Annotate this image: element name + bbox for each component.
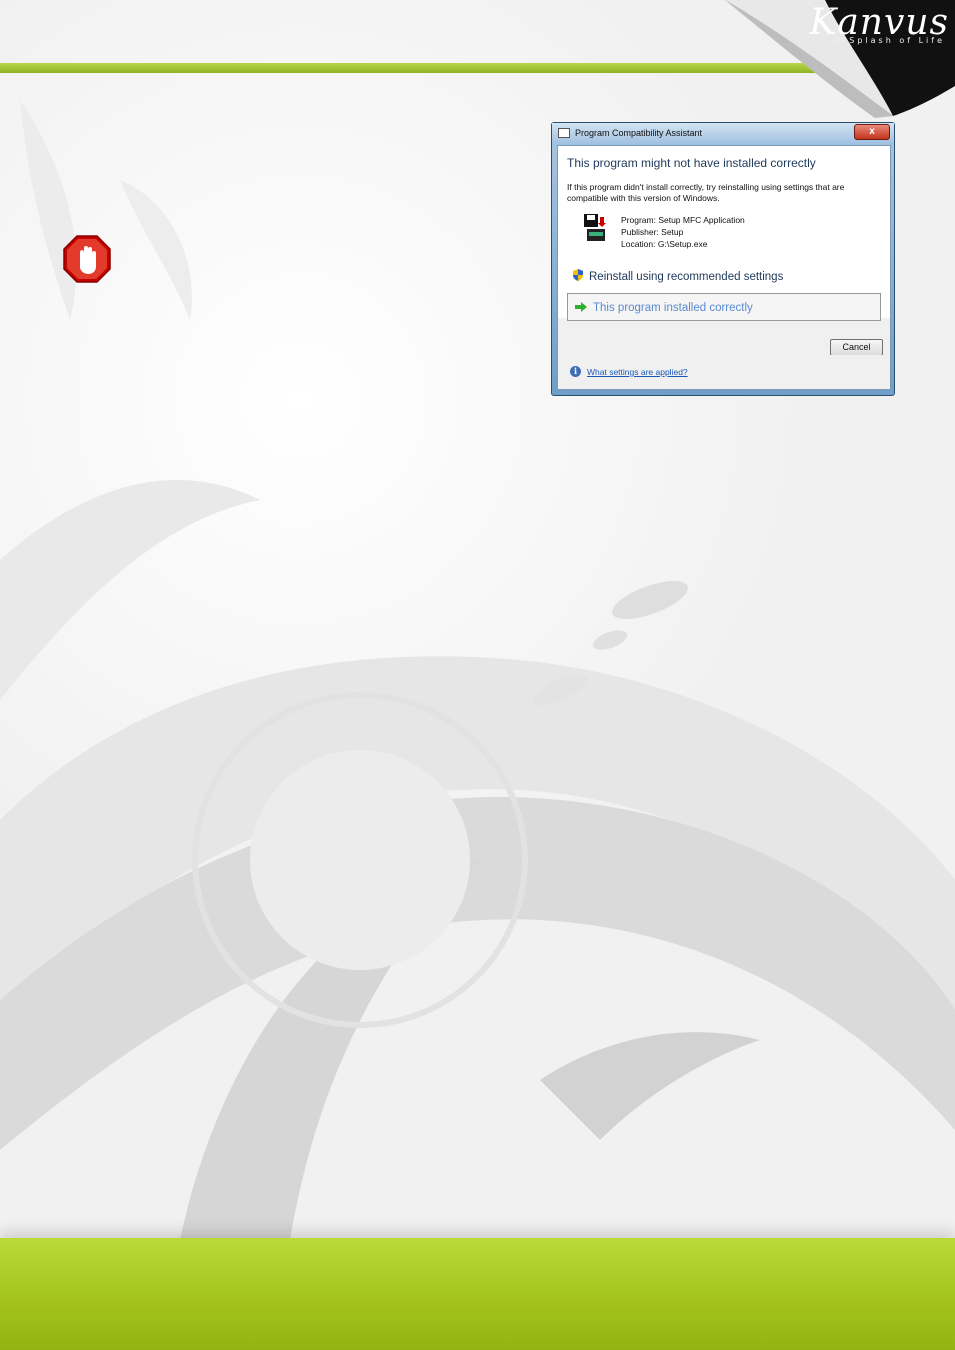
brand-tagline: A Splash of Life <box>835 36 945 45</box>
green-arrow-icon <box>575 302 587 312</box>
setup-program-icon <box>584 214 606 241</box>
dialog-content: This program might not have installed co… <box>557 145 891 357</box>
cancel-button[interactable]: Cancel <box>830 339 883 356</box>
program-name: Program: Setup MFC Application <box>621 215 745 225</box>
uac-shield-icon <box>573 269 583 281</box>
reinstall-option-label: Reinstall using recommended settings <box>589 271 784 283</box>
compatibility-dialog: Program Compatibility Assistant x This p… <box>551 122 895 396</box>
reinstall-option[interactable]: Reinstall using recommended settings <box>572 269 783 283</box>
window-icon <box>558 128 570 138</box>
dialog-description: If this program didn't install correctly… <box>567 182 845 203</box>
program-info: Program: Setup MFC Application Publisher… <box>621 214 745 250</box>
installed-correctly-label: This program installed correctly <box>593 302 753 314</box>
dialog-title: Program Compatibility Assistant <box>575 128 703 138</box>
dialog-footer: i What settings are applied? <box>557 355 891 390</box>
program-publisher: Publisher: Setup <box>621 227 684 237</box>
dialog-heading: This program might not have installed co… <box>567 156 816 170</box>
bottom-green-band <box>0 1238 955 1350</box>
stop-hand-icon <box>63 235 111 283</box>
info-icon: i <box>570 366 581 377</box>
close-button[interactable]: x <box>854 124 890 140</box>
program-location: Location: G:\Setup.exe <box>621 239 708 249</box>
installed-correctly-option[interactable]: This program installed correctly <box>567 293 881 321</box>
dialog-titlebar[interactable]: Program Compatibility Assistant x <box>552 123 894 145</box>
settings-help-link[interactable]: What settings are applied? <box>587 367 688 377</box>
